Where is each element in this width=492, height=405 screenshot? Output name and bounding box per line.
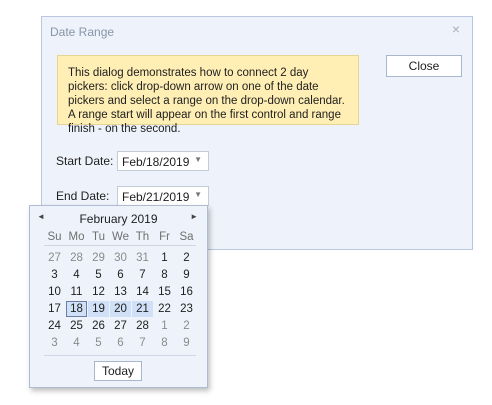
calendar-day[interactable]: 3 <box>44 335 65 351</box>
calendar-day[interactable]: 7 <box>132 267 153 283</box>
calendar-day[interactable]: 27 <box>44 250 65 266</box>
calendar-day[interactable]: 4 <box>66 267 87 283</box>
calendar-day[interactable]: 7 <box>132 335 153 351</box>
calendar-day[interactable]: 2 <box>176 318 197 334</box>
calendar-divider <box>44 355 196 356</box>
calendar-day[interactable]: 4 <box>66 335 87 351</box>
calendar-day[interactable]: 10 <box>44 284 65 300</box>
calendar-day[interactable]: 28 <box>132 318 153 334</box>
calendar-day[interactable]: 6 <box>110 267 131 283</box>
calendar-day[interactable]: 13 <box>110 284 131 300</box>
calendar-month-title: February 2019 <box>79 212 158 226</box>
dropdown-calendar: ◄ February 2019 ► Su Mo Tu We Th Fr Sa 27 28 29 3… <box>29 205 208 388</box>
weekday-label: We <box>111 231 130 243</box>
calendar-day[interactable]: 1 <box>154 318 175 334</box>
calendar-day[interactable]: 22 <box>154 301 175 317</box>
calendar-day[interactable]: 9 <box>176 267 197 283</box>
start-date-label: Start Date: <box>56 154 114 168</box>
weekday-label: Sa <box>179 231 194 243</box>
calendar-day[interactable]: 3 <box>44 267 65 283</box>
calendar-day[interactable]: 26 <box>88 318 109 334</box>
weekday-label: Tu <box>92 231 105 243</box>
close-button[interactable]: Close <box>386 55 462 77</box>
calendar-day[interactable]: 18 <box>66 301 87 317</box>
weekday-label: Mo <box>68 231 85 243</box>
calendar-day[interactable]: 17 <box>44 301 65 317</box>
calendar-day[interactable]: 11 <box>66 284 87 300</box>
calendar-day[interactable]: 31 <box>132 250 153 266</box>
calendar-day[interactable]: 30 <box>110 250 131 266</box>
calendar-day[interactable]: 16 <box>176 284 197 300</box>
dialog-title: Date Range <box>50 25 115 39</box>
calendar-day[interactable]: 9 <box>176 335 197 351</box>
calendar-day[interactable]: 5 <box>88 335 109 351</box>
calendar-day[interactable]: 24 <box>44 318 65 334</box>
calendar-day[interactable]: 28 <box>66 250 87 266</box>
calendar-day[interactable]: 15 <box>154 284 175 300</box>
calendar-day[interactable]: 1 <box>154 250 175 266</box>
end-date-label: End Date: <box>56 189 110 203</box>
calendar-day[interactable]: 27 <box>110 318 131 334</box>
calendar-day[interactable]: 23 <box>176 301 197 317</box>
info-panel: This dialog demonstrates how to connect … <box>57 55 359 135</box>
calendar-day[interactable]: 21 <box>132 301 153 317</box>
calendar-day[interactable]: 5 <box>88 267 109 283</box>
calendar-day[interactable]: 19 <box>88 301 109 317</box>
next-month-icon[interactable]: ► <box>190 212 198 221</box>
calendar-day[interactable]: 8 <box>154 335 175 351</box>
weekday-label: Fr <box>159 231 170 243</box>
start-date-picker[interactable]: Feb/18/2019 ▼ <box>117 151 209 171</box>
calendar-day[interactable]: 8 <box>154 267 175 283</box>
calendar-day[interactable]: 6 <box>110 335 131 351</box>
calendar-day[interactable]: 12 <box>88 284 109 300</box>
start-date-value: Feb/18/2019 <box>122 155 190 169</box>
chevron-down-icon[interactable]: ▼ <box>194 155 202 164</box>
weekday-label: Th <box>135 231 150 243</box>
calendar-day[interactable]: 14 <box>132 284 153 300</box>
calendar-day[interactable]: 25 <box>66 318 87 334</box>
calendar-header: ◄ February 2019 ► <box>30 206 207 228</box>
chevron-down-icon[interactable]: ▼ <box>194 190 202 199</box>
title-bar: Date Range × <box>42 17 472 47</box>
weekday-header-row: Su Mo Tu We Th Fr Sa <box>44 229 196 246</box>
close-icon[interactable]: × <box>452 21 460 37</box>
calendar-day[interactable]: 29 <box>88 250 109 266</box>
weekday-label: Su <box>47 231 62 243</box>
today-button[interactable]: Today <box>94 361 142 381</box>
end-date-picker[interactable]: Feb/21/2019 ▼ <box>117 186 209 206</box>
calendar-day[interactable]: 2 <box>176 250 197 266</box>
calendar-day[interactable]: 20 <box>110 301 131 317</box>
end-date-value: Feb/21/2019 <box>122 190 190 204</box>
